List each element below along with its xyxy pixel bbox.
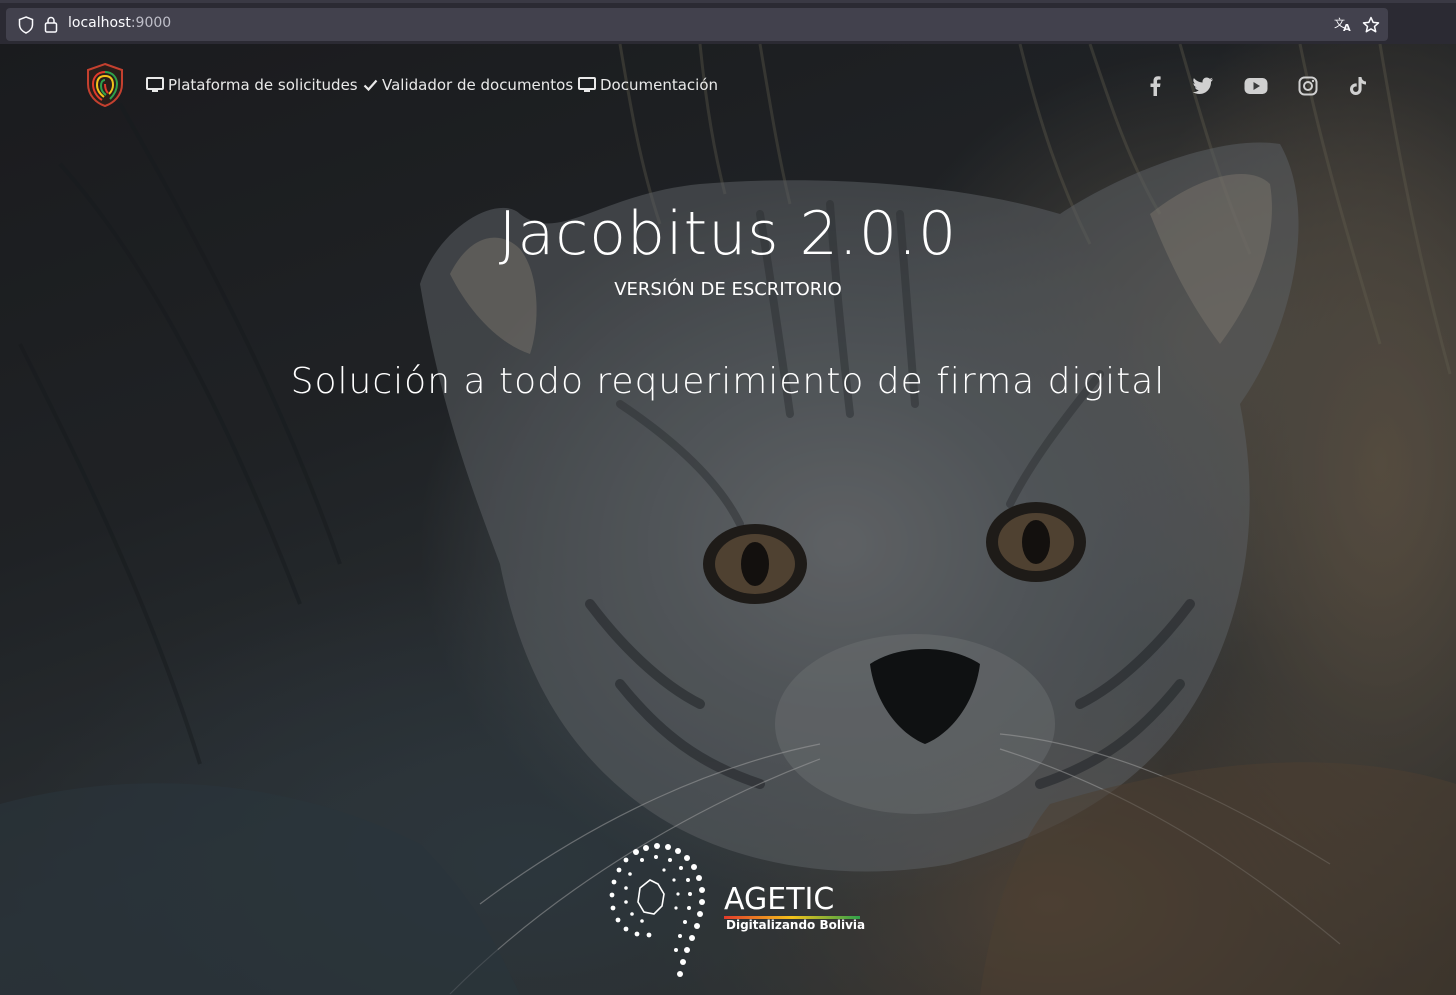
twitter-icon xyxy=(1192,77,1213,94)
nav-plataforma-solicitudes[interactable]: Plataforma de solicitudes xyxy=(146,74,358,96)
hero-tagline: Solución a todo requerimiento de firma d… xyxy=(290,361,1166,402)
facebook-icon xyxy=(1150,76,1161,96)
svg-text:A: A xyxy=(1343,23,1351,32)
monitor-icon xyxy=(578,77,596,92)
url-host: localhost xyxy=(68,15,131,31)
navbar: Plataforma de solicitudes Validador de d… xyxy=(0,44,1456,128)
twitter-link[interactable] xyxy=(1191,74,1215,98)
monitor-icon xyxy=(146,77,164,92)
agetic-dot-spiral-icon xyxy=(609,843,705,977)
agetic-logo[interactable]: AGETIC Digitalizando Bolivia xyxy=(606,840,866,985)
fingerprint-shield-logo[interactable] xyxy=(84,62,126,108)
hero-subtitle: VERSIÓN DE ESCRITORIO xyxy=(614,279,842,300)
lock-icon[interactable] xyxy=(44,16,58,33)
url-text[interactable]: localhost:9000 xyxy=(68,15,171,31)
shield-icon[interactable] xyxy=(18,16,34,34)
youtube-icon xyxy=(1244,78,1268,94)
check-icon xyxy=(363,79,378,92)
nav-item-label: Plataforma de solicitudes xyxy=(168,76,358,94)
facebook-link[interactable] xyxy=(1143,74,1167,98)
translate-icon[interactable]: 文 A xyxy=(1334,16,1352,32)
nav-documentacion[interactable]: Documentación xyxy=(578,74,718,96)
instagram-icon xyxy=(1298,76,1318,96)
agetic-slogan: Digitalizando Bolivia xyxy=(726,918,866,932)
url-port: :9000 xyxy=(130,15,172,31)
agetic-name: AGETIC xyxy=(724,882,835,917)
tiktok-icon xyxy=(1350,77,1366,95)
tiktok-link[interactable] xyxy=(1346,74,1370,98)
url-bar[interactable]: localhost:9000 文 A xyxy=(6,8,1388,41)
hero-title: Jacobitus 2.0.0 xyxy=(498,199,958,269)
instagram-link[interactable] xyxy=(1296,74,1320,98)
bookmark-star-icon[interactable] xyxy=(1362,16,1380,34)
hero-section: Plataforma de solicitudes Validador de d… xyxy=(0,44,1456,995)
nav-item-label: Validador de documentos xyxy=(382,76,574,94)
nav-item-label: Documentación xyxy=(600,76,719,94)
nav-validador-documentos[interactable]: Validador de documentos xyxy=(363,74,573,96)
browser-toolbar: localhost:9000 文 A xyxy=(0,0,1456,44)
youtube-link[interactable] xyxy=(1244,74,1268,98)
